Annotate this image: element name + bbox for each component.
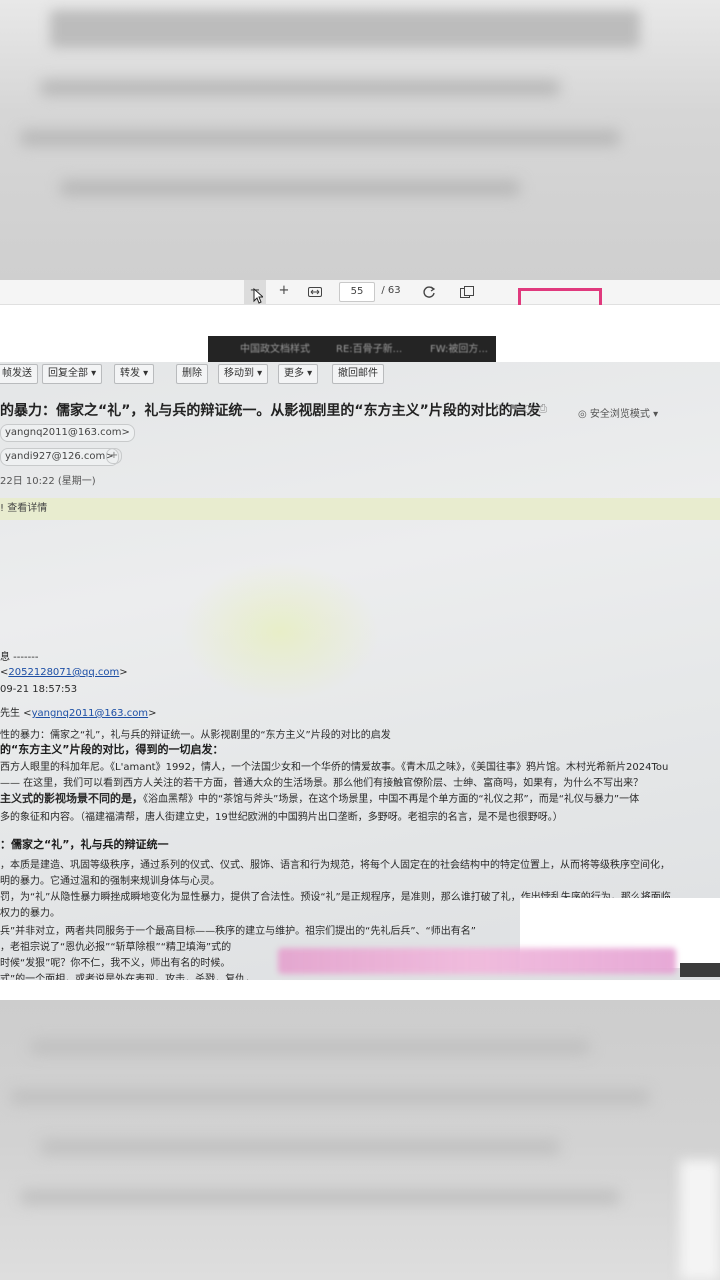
reply-send-button[interactable]: 帧发送	[0, 364, 38, 384]
page-view-button[interactable]	[456, 280, 478, 304]
fit-page-icon	[308, 287, 322, 297]
to-email-link[interactable]: yangnq2011@163.com	[32, 708, 149, 719]
browser-tab[interactable]: 中国政文档样式	[240, 340, 310, 355]
move-to-button[interactable]: 移动到 ▾	[218, 364, 269, 384]
print-icon[interactable]: ⎙	[538, 402, 552, 415]
info-icon: !	[0, 503, 5, 514]
forward-to: 先生 <yangnq2011@163.com>	[0, 708, 157, 719]
body-line: 式”的一个面相，或者说是外在表现。攻击，杀戮，复仇，	[0, 974, 256, 980]
screen-glare	[180, 562, 380, 702]
forward-button[interactable]: 转发 ▾	[114, 364, 155, 384]
blurred-corner	[680, 1160, 720, 1280]
body-heading: 主义式的影视场景不同的是，	[0, 792, 143, 805]
reply-all-label: 回复全部	[48, 368, 88, 379]
rotate-icon	[423, 286, 436, 298]
blurred-header	[50, 10, 640, 48]
body-heading: 的“东方主义”片段的对比，得到的一切启发：	[0, 743, 224, 756]
blurred-text-line	[60, 180, 520, 196]
add-recipient-icon[interactable]: +	[106, 448, 122, 464]
redaction-blur	[278, 948, 676, 974]
screen-edge-strip	[680, 963, 720, 977]
browser-tab[interactable]: RE:百骨子新...	[336, 340, 402, 355]
pdf-viewer-toolbar: − + 55 / 63	[0, 280, 720, 305]
page-total: / 63	[381, 285, 401, 296]
body-line: 时候“发狠”呢？你不仁，我不义，师出有名的时候。	[0, 958, 231, 969]
email-subject: 的暴力：儒家之“礼”，礼与兵的辩证统一。从影视剧里的“东方主义”片段的对比的启发	[0, 403, 541, 419]
safe-mode-label: 安全浏览模式	[589, 409, 650, 420]
view-details-link[interactable]: 查看详情	[7, 503, 47, 514]
blurred-text-line	[20, 1190, 620, 1204]
tag-icon[interactable]: ⚑	[509, 402, 524, 415]
body-line: 明的暴力。它通过温和的强制来规训身体与心灵。	[0, 876, 220, 887]
to-label: 先生 <	[0, 708, 32, 719]
body-line: ，本质是建造、巩固等级秩序，通过系列的仪式、仪式、服饰、语言和行为规范，将每个人…	[0, 860, 670, 871]
notice-bar: ! 查看详情	[0, 498, 720, 520]
recall-mail-button[interactable]: 撤回邮件	[332, 364, 384, 384]
body-line: 西方人眼里的科加年尼。《L'amant》1992，情人，一个法国少女和一个华侨的…	[0, 762, 669, 773]
delete-button[interactable]: 删除	[176, 364, 208, 384]
browser-tab[interactable]: FW:被回方...	[430, 340, 488, 355]
blurred-text-line	[40, 80, 560, 96]
mail-toolbar: 帧发送 回复全部 ▾ 转发 ▾ 删除 移动到 ▾ 更多 ▾ 撤回邮件	[0, 362, 720, 388]
blurred-text-line	[30, 1040, 590, 1054]
subject-action-icons: ⚐⚑◷⎙	[494, 402, 552, 416]
from-email-link[interactable]: 2052128071@qq.com	[8, 667, 119, 678]
body-line: 权力的暴力。	[0, 908, 60, 919]
forward-from: <2052128071@qq.com>	[0, 667, 128, 678]
zoom-in-button[interactable]: +	[274, 280, 294, 304]
body-line: 兵”并非对立，两者共同服务于一个最高目标——秩序的建立与维护。祖宗们提出的“先礼…	[0, 926, 476, 937]
body-line: —— 在这里，我们可以看到西方人关注的若干方面，普通大众的生活场景。那么他们有接…	[0, 778, 644, 789]
email-screen-photo: 帧发送 回复全部 ▾ 转发 ▾ 删除 移动到 ▾ 更多 ▾ 撤回邮件 的暴力：儒…	[0, 362, 720, 980]
move-to-label: 移动到	[224, 368, 254, 379]
sender-address[interactable]: yangnq2011@163.com>	[0, 424, 135, 442]
flag-icon[interactable]: ⚐	[494, 402, 509, 415]
blurred-background-top	[0, 0, 720, 280]
more-label: 更多	[284, 368, 304, 379]
body-line: ，老祖宗说了“恩仇必报”“斩草除根”“精卫填海”式的	[0, 942, 232, 953]
body-line: 多的象征和内容。（福建福清帮，唐人街建立史，19世纪欧洲的中国鸦片出口垄断，多野…	[0, 812, 563, 823]
forward-subject: 性的暴力：儒家之“礼”，礼与兵的辩证统一。从影视剧里的“东方主义”片段的对比的启…	[0, 730, 391, 741]
rotate-button[interactable]	[418, 280, 440, 304]
body-heading: ：儒家之“礼”，礼与兵的辩证统一	[0, 838, 169, 851]
shield-icon: ◎	[578, 409, 587, 420]
forward-label: 转发	[120, 368, 140, 379]
forward-header: 息 -------	[0, 652, 39, 663]
fit-page-button[interactable]	[304, 280, 326, 304]
safe-browse-mode[interactable]: ◎ 安全浏览模式 ▾	[578, 405, 658, 420]
blurred-background-bottom	[0, 1000, 720, 1280]
page-number-input[interactable]: 55	[339, 282, 375, 302]
browser-tab-strip: 中国政文档样式 RE:百骨子新... FW:被回方...	[208, 336, 496, 362]
blurred-text-line	[40, 1140, 560, 1154]
email-date: 22日 10:22 (星期一)	[0, 476, 96, 487]
body-line-text: 《浴血黑帮》中的“茶馆与斧头”场景，在这个场景里，中国不再是个单方面的“礼仪之邦…	[143, 794, 640, 805]
blurred-text-line	[10, 1090, 650, 1104]
forward-sent-time: 09-21 18:57:53	[0, 684, 78, 695]
more-button[interactable]: 更多 ▾	[278, 364, 319, 384]
body-line: 主义式的影视场景不同的是，《浴血黑帮》中的“茶馆与斧头”场景，在这个场景里，中国…	[0, 790, 639, 806]
page-view-icon	[460, 286, 474, 298]
mouse-cursor-icon	[253, 288, 263, 304]
blurred-text-line	[20, 130, 620, 146]
recipient-address[interactable]: yandi927@126.com>	[0, 448, 119, 466]
reply-all-button[interactable]: 回复全部 ▾	[42, 364, 103, 384]
clock-icon[interactable]: ◷	[524, 402, 539, 415]
